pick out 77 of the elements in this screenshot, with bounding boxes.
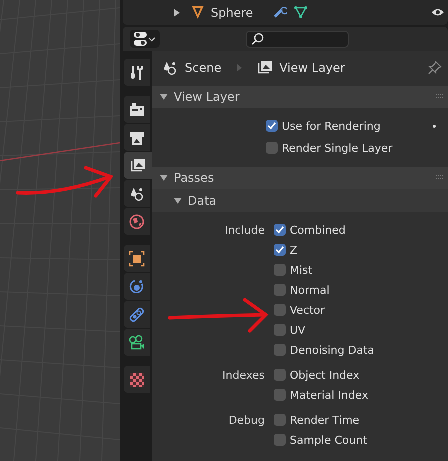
outliner-row[interactable]: Sphere — [123, 0, 448, 25]
tool-tab[interactable] — [124, 59, 150, 86]
checkbox[interactable] — [274, 414, 286, 426]
pin-icon[interactable] — [428, 61, 442, 75]
checkbox[interactable] — [266, 142, 278, 154]
square-icon — [129, 250, 145, 266]
checkbox[interactable] — [274, 369, 286, 381]
editor-type-dropdown[interactable] — [130, 30, 160, 48]
checkbox-label[interactable]: Z — [290, 244, 298, 256]
breadcrumb-item[interactable]: Scene — [185, 61, 222, 75]
checkbox-label[interactable]: Use for Rendering — [282, 120, 381, 132]
panel-header[interactable]: Passes — [152, 167, 448, 189]
checkbox-label[interactable]: Render Single Layer — [282, 142, 393, 154]
keyframe-dot-icon[interactable] — [433, 124, 436, 128]
collapse-triangle-icon[interactable] — [174, 196, 182, 204]
checkbox[interactable] — [274, 244, 286, 256]
checkbox-label[interactable]: Vector — [290, 304, 326, 316]
wrench-icon[interactable] — [274, 6, 288, 19]
checkbox[interactable] — [274, 324, 286, 336]
panel-title: View Layer — [174, 90, 240, 104]
checkbox-label[interactable]: UV — [290, 324, 306, 336]
object-name[interactable]: Sphere — [211, 6, 254, 20]
checkbox[interactable] — [274, 264, 286, 276]
camera-back-icon — [129, 102, 145, 118]
checkbox-label[interactable]: Denoising Data — [290, 344, 374, 356]
scene-tab[interactable] — [124, 180, 150, 207]
breadcrumb-item[interactable]: View Layer — [280, 61, 346, 75]
globe-icon — [129, 214, 145, 230]
checkbox[interactable] — [274, 284, 286, 296]
data-tab[interactable] — [124, 329, 150, 356]
object-tab[interactable] — [124, 245, 150, 272]
link-icon — [129, 306, 145, 322]
checkbox-label[interactable]: Combined — [290, 224, 346, 236]
image-stack-icon — [130, 158, 146, 174]
checkbox[interactable] — [274, 224, 286, 236]
checkbox[interactable] — [274, 434, 286, 446]
view-layer-tab[interactable] — [124, 152, 152, 179]
group-label: Include — [224, 224, 265, 236]
checkbox-label[interactable]: Object Index — [290, 368, 360, 382]
orbit-icon — [129, 278, 145, 294]
physics-tab[interactable] — [124, 273, 150, 300]
view-layer-icon — [256, 60, 273, 76]
checkbox[interactable] — [274, 304, 286, 316]
subpanel-title: Data — [188, 194, 217, 208]
texture-tab[interactable] — [124, 366, 150, 393]
checkbox-label[interactable]: Mist — [290, 264, 313, 276]
checkbox[interactable] — [274, 389, 286, 401]
scene-icon — [162, 60, 178, 76]
render-tab[interactable] — [124, 96, 150, 123]
panel-title: Passes — [174, 171, 214, 185]
world-tab[interactable] — [124, 208, 150, 235]
checkbox-label[interactable]: Sample Count — [290, 434, 368, 446]
printer-icon — [129, 130, 145, 146]
mesh-object-icon — [192, 6, 204, 19]
collapse-triangle-icon[interactable] — [160, 174, 168, 182]
checkbox-label[interactable]: Render Time — [290, 414, 360, 426]
checkbox[interactable] — [274, 344, 286, 356]
group-label: Debug — [228, 414, 265, 426]
eye-icon[interactable] — [432, 8, 444, 17]
panel-header[interactable]: View Layer — [152, 86, 448, 108]
tools-icon — [129, 64, 145, 80]
collapse-triangle-icon[interactable] — [160, 93, 168, 101]
camera-icon — [129, 334, 145, 350]
subpanel-header[interactable]: Data — [152, 189, 448, 212]
chevron-icon — [236, 64, 242, 72]
checkbox-label[interactable]: Normal — [290, 284, 330, 296]
group-label: Indexes — [222, 368, 265, 382]
checkbox[interactable] — [266, 120, 278, 132]
shapes-icon — [129, 186, 145, 202]
checkbox-label[interactable]: Material Index — [290, 388, 368, 402]
search-field[interactable] — [246, 30, 349, 48]
expand-triangle-icon[interactable] — [173, 8, 181, 16]
output-tab[interactable] — [124, 124, 150, 151]
checker-icon — [129, 372, 145, 388]
constraints-tab[interactable] — [124, 301, 150, 328]
search-icon — [252, 33, 264, 45]
mesh-data-icon[interactable] — [294, 6, 308, 19]
